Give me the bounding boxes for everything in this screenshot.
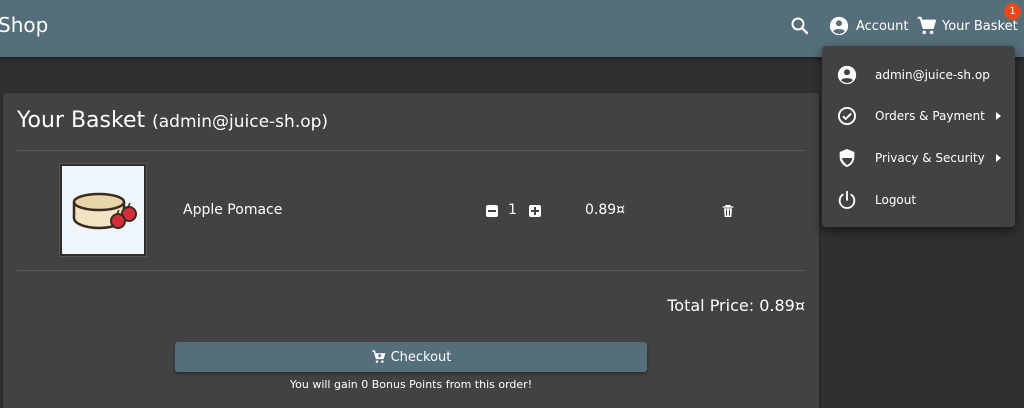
check-circle-icon xyxy=(838,107,856,125)
product-name: Apple Pomace xyxy=(183,202,283,218)
menu-item-logout[interactable]: Logout xyxy=(822,179,1015,221)
divider xyxy=(17,270,805,271)
basket-owner: (admin@juice-sh.op) xyxy=(152,112,329,132)
submenu-arrow-icon xyxy=(996,154,1001,162)
power-icon xyxy=(838,190,856,209)
search-icon xyxy=(791,17,809,35)
basket-title: Your Basket xyxy=(17,108,146,133)
apple-pomace-image xyxy=(72,192,137,230)
app-title[interactable]: Shop xyxy=(0,12,48,38)
total-price: Total Price: 0.89¤ xyxy=(667,296,805,315)
basket-button[interactable]: Your Basket xyxy=(916,12,1018,40)
quantity-value: 1 xyxy=(508,202,517,218)
menu-item-label: Logout xyxy=(875,193,917,207)
delete-item-button[interactable] xyxy=(720,203,736,219)
basket-card: Your Basket (admin@juice-sh.op) Apple Po… xyxy=(3,93,819,408)
product-image xyxy=(59,163,147,257)
menu-item-orders-payment[interactable]: Orders & Payment xyxy=(822,95,1015,137)
menu-item-label: Orders & Payment xyxy=(875,109,985,123)
shopping-cart-icon xyxy=(917,16,937,35)
bonus-points-text: You will gain 0 Bonus Points from this o… xyxy=(289,378,533,391)
submenu-arrow-icon xyxy=(996,112,1001,120)
increase-quantity-button[interactable] xyxy=(529,205,541,217)
account-circle-icon xyxy=(829,16,849,36)
account-menu: admin@juice-sh.op Orders & Payment Priva… xyxy=(822,46,1015,227)
menu-item-label: Privacy & Security xyxy=(875,151,985,165)
shield-icon xyxy=(839,149,855,167)
checkout-button[interactable]: Checkout xyxy=(175,342,647,372)
basket-label: Your Basket xyxy=(942,18,1018,34)
divider xyxy=(17,150,805,151)
trash-icon xyxy=(722,205,734,217)
menu-item-privacy-security[interactable]: Privacy & Security xyxy=(822,137,1015,179)
basket-count-badge: 1 xyxy=(1004,3,1021,20)
basket-title-row: Your Basket (admin@juice-sh.op) xyxy=(17,107,328,136)
account-circle-icon xyxy=(837,65,857,85)
checkout-label: Checkout xyxy=(390,349,452,365)
decrease-quantity-button[interactable] xyxy=(486,205,498,217)
account-button[interactable]: Account xyxy=(828,12,909,40)
menu-item-email[interactable]: admin@juice-sh.op xyxy=(822,54,1015,96)
menu-item-label: admin@juice-sh.op xyxy=(875,68,990,82)
search-button[interactable] xyxy=(788,14,812,38)
account-label: Account xyxy=(856,18,909,34)
item-price: 0.89¤ xyxy=(585,202,626,218)
cart-plus-icon xyxy=(371,350,386,363)
